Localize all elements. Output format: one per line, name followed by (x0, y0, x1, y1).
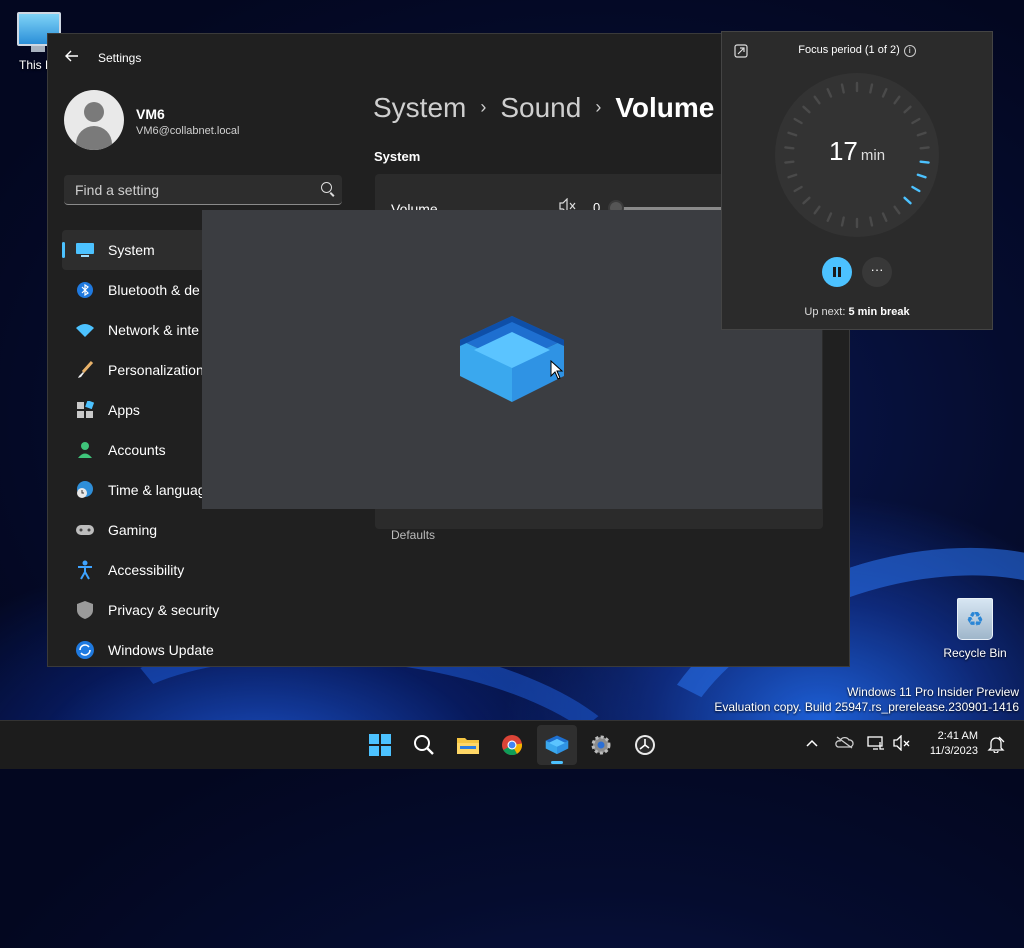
info-icon[interactable]: i (903, 45, 916, 57)
timer-tick (869, 216, 874, 227)
chrome-button[interactable] (492, 725, 532, 765)
chevron-right-icon: › (595, 97, 602, 117)
dev-home-button[interactable] (537, 725, 577, 765)
sidebar-item-label: Bluetooth & de (108, 282, 200, 298)
pause-button[interactable] (822, 257, 852, 287)
start-button[interactable] (360, 725, 400, 765)
taskbar: 2:41 AM 11/3/2023 (0, 720, 1024, 769)
sidebar-item-label: Gaming (108, 522, 158, 538)
breadcrumb-sound[interactable]: Sound (500, 92, 581, 123)
sidebar-item-gaming[interactable]: Gaming (62, 510, 352, 550)
user-name: VM6 (136, 106, 165, 122)
network-icon (74, 319, 96, 341)
apps-icon (74, 399, 96, 421)
file-explorer-button[interactable] (448, 725, 488, 765)
watermark-line-2: Evaluation copy. Build 25947.rs_prerelea… (714, 700, 1019, 714)
chevron-up-icon[interactable] (802, 735, 822, 755)
more-options-button[interactable]: ··· (862, 257, 892, 287)
section-heading: System (374, 149, 421, 164)
timer-tick (840, 216, 845, 227)
time-language-icon (74, 479, 96, 501)
accessibility-icon (74, 559, 96, 581)
search-box (64, 175, 342, 205)
brush-icon (74, 359, 96, 381)
chrome-icon (502, 735, 523, 756)
sidebar-item-label: Accessibility (108, 562, 185, 578)
watermark-line-1: Windows 11 Pro Insider Preview (847, 685, 1019, 699)
clock-app-button[interactable] (625, 725, 665, 765)
search-icon[interactable] (321, 182, 332, 193)
focus-title: Focus period (1 of 2) i (722, 44, 992, 57)
page-title: Volume (615, 92, 715, 123)
sidebar-item-accessibility[interactable]: Accessibility (62, 550, 352, 590)
sidebar-item-windows-update[interactable]: Windows Update (62, 630, 352, 666)
arrow-left-icon (65, 50, 78, 62)
up-next-prefix: Up next: (804, 306, 846, 318)
clock-time: 2:41 AM (937, 730, 978, 742)
back-button[interactable] (60, 48, 84, 68)
breadcrumb: System › Sound › Volume (373, 92, 714, 124)
desktop-icon-label: Recycle Bin (943, 646, 1007, 660)
chevron-right-icon: › (480, 97, 487, 117)
up-next-value: 5 min break (848, 306, 910, 318)
clock-date: 11/3/2023 (929, 745, 978, 757)
system-icon (74, 239, 96, 261)
dev-home-icon (545, 735, 569, 755)
search-icon (414, 735, 434, 755)
recycle-bin-icon (957, 598, 993, 640)
timer-unit: min (860, 147, 886, 164)
avatar[interactable] (64, 90, 124, 150)
focus-session-panel: Focus period (1 of 2) i 17 min ··· Up next… (721, 31, 993, 330)
accounts-icon (74, 439, 96, 461)
mouse-cursor-icon (550, 360, 564, 380)
file-explorer-icon (457, 738, 479, 754)
gamepad-icon (74, 519, 96, 541)
timer-tick (840, 83, 845, 94)
search-input[interactable] (64, 175, 317, 205)
focus-title-text: Focus period (1 of 2) (798, 44, 900, 56)
user-email: VM6@collabnet.local (136, 125, 240, 137)
update-icon (74, 639, 96, 661)
shield-icon (74, 599, 96, 621)
settings-button[interactable] (581, 725, 621, 765)
avatar-head (84, 102, 104, 122)
clock-app-icon (635, 735, 655, 755)
start-icon (369, 734, 391, 756)
volume-muted-icon[interactable] (892, 734, 912, 755)
taskbar-search-button[interactable] (404, 725, 444, 765)
sidebar-item-label: Accounts (108, 442, 166, 458)
system-clock[interactable]: 2:41 AM 11/3/2023 (918, 729, 978, 759)
onedrive-icon[interactable] (834, 735, 854, 755)
settings-icon (591, 735, 611, 755)
sidebar-item-label: Personalization (108, 362, 204, 378)
sidebar-item-label: Windows Update (108, 642, 214, 658)
timer-minutes: 17 (828, 136, 858, 166)
window-title: Settings (98, 51, 142, 65)
avatar-body (76, 126, 112, 150)
sidebar-item-label: Time & languag (108, 482, 206, 498)
timer-tick (869, 83, 874, 94)
sidebar-item-label: Privacy & security (108, 602, 220, 618)
notification-bell-icon[interactable] (986, 735, 1006, 755)
defaults-label: Defaults (391, 528, 436, 542)
sidebar-item-label: Network & inte (108, 322, 200, 338)
up-next: Up next: 5 min break (722, 306, 992, 318)
breadcrumb-system[interactable]: System (373, 92, 466, 123)
sidebar-item-label: Apps (108, 402, 140, 418)
sidebar-item-label: System (108, 242, 155, 258)
bluetooth-icon (74, 279, 96, 301)
timer-readout: 17 min (774, 136, 940, 167)
build-watermark: Windows 11 Pro Insider Preview Evaluatio… (714, 685, 1019, 715)
network-status-icon[interactable] (866, 735, 886, 755)
sidebar-item-privacy-security[interactable]: Privacy & security (62, 590, 352, 630)
desktop-icon-recycle-bin[interactable]: Recycle Bin (939, 598, 1011, 660)
